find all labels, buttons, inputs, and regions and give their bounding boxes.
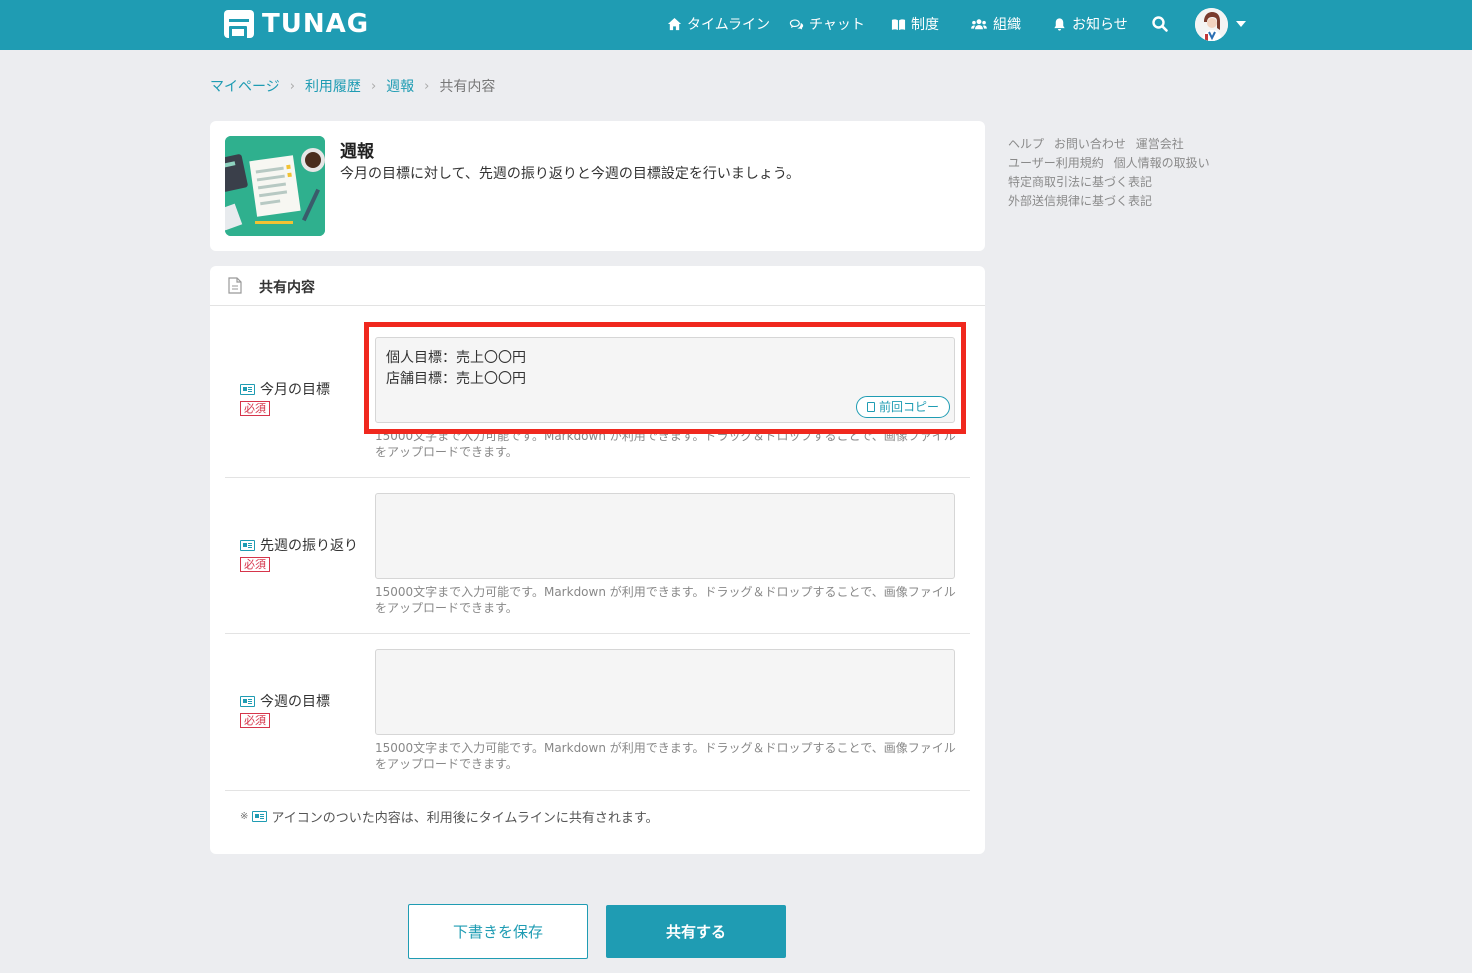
field-hint-line: をアップロードできます。 <box>375 601 518 615</box>
nav-chat-label: チャット <box>809 17 865 33</box>
breadcrumb-weekly[interactable]: 週報 <box>386 76 414 96</box>
share-button[interactable]: 共有する <box>606 905 786 958</box>
monthly-goal-textarea[interactable]: 個人目標：売上〇〇円 店舗目標：売上〇〇円 前回コピー <box>375 337 955 423</box>
nav-timeline[interactable]: タイムライン <box>667 14 770 34</box>
field-hint: 15000文字まで入力可能です。Markdown が利用できます。ドラッグ＆ドロ… <box>375 428 965 460</box>
template-title: 週報 <box>340 142 374 162</box>
field-label-this-week-goal: 今週の目標 <box>240 691 330 711</box>
share-content-form: 共有内容 今月の目標 必須 個人目標：売上〇〇円 店舗目標：売上〇〇円 前回コピ… <box>210 266 985 854</box>
field-label-monthly-goal: 今月の目標 <box>240 379 330 399</box>
nav-system-label: 制度 <box>911 17 939 33</box>
field-label-last-week-review: 先週の振り返り <box>240 535 358 555</box>
link-terms[interactable]: ユーザー利用規約 <box>1008 156 1104 170</box>
row-divider <box>225 477 970 478</box>
required-badge: 必須 <box>240 713 270 728</box>
logo-mark-icon <box>224 10 254 39</box>
this-week-goal-textarea[interactable] <box>375 649 955 735</box>
breadcrumb-mypage[interactable]: マイページ <box>210 76 280 96</box>
nav-org[interactable]: 組織 <box>970 14 1021 34</box>
nav-notice[interactable]: お知らせ <box>1052 14 1128 34</box>
field-label-text: 先週の振り返り <box>260 538 358 554</box>
template-thumbnail-image <box>225 136 325 236</box>
field-hint-line: 15000文字まで入力可能です。Markdown が利用できます。ドラッグ＆ドロ… <box>375 741 956 755</box>
footnote-text: アイコンのついた内容は、利用後にタイムラインに共有されます。 <box>271 811 659 826</box>
users-icon <box>971 18 987 29</box>
chat-icon <box>789 19 804 29</box>
share-to-timeline-icon <box>240 539 255 551</box>
user-avatar[interactable] <box>1195 8 1228 41</box>
breadcrumb-history[interactable]: 利用履歴 <box>305 76 361 96</box>
account-menu-caret-icon[interactable] <box>1236 21 1246 27</box>
nav-notice-label: お知らせ <box>1072 17 1128 33</box>
field-hint-line: をアップロードできます。 <box>375 757 518 771</box>
home-icon <box>667 17 682 30</box>
nav-org-label: 組織 <box>993 17 1021 33</box>
copy-previous-button[interactable]: 前回コピー <box>855 396 950 418</box>
template-title-card: 週報 今月の目標に対して、先週の振り返りと今週の目標設定を行いましょう。 <box>210 121 985 251</box>
breadcrumb: マイページ › 利用履歴 › 週報 › 共有内容 <box>210 76 495 96</box>
book-icon <box>891 18 906 30</box>
last-week-review-textarea[interactable] <box>375 493 955 579</box>
required-badge: 必須 <box>240 557 270 572</box>
document-icon <box>228 277 242 294</box>
breadcrumb-separator-icon: › <box>424 78 430 94</box>
link-privacy[interactable]: 個人情報の取扱い <box>1114 156 1210 170</box>
link-contact[interactable]: お問い合わせ <box>1054 137 1126 151</box>
form-header: 共有内容 <box>210 266 985 306</box>
field-hint-line: 15000文字まで入力可能です。Markdown が利用できます。ドラッグ＆ドロ… <box>375 429 956 443</box>
link-help[interactable]: ヘルプ <box>1008 137 1044 151</box>
nav-timeline-label: タイムライン <box>687 17 771 33</box>
footnote-mark: ※ <box>240 811 249 822</box>
copy-previous-label: 前回コピー <box>878 399 939 414</box>
save-draft-button[interactable]: 下書きを保存 <box>408 904 588 959</box>
share-to-timeline-icon <box>252 811 268 822</box>
link-external[interactable]: 外部送信規律に基づく表記 <box>1008 194 1152 208</box>
template-description: 今月の目標に対して、先週の振り返りと今週の目標設定を行いましょう。 <box>340 166 801 182</box>
search-icon[interactable] <box>1151 15 1169 33</box>
field-hint-line: をアップロードできます。 <box>375 445 518 459</box>
link-company[interactable]: 運営会社 <box>1136 137 1184 151</box>
avatar-image <box>1195 8 1228 41</box>
field-label-text: 今月の目標 <box>260 382 330 398</box>
bell-icon <box>1054 17 1065 31</box>
clipboard-icon <box>866 402 875 412</box>
breadcrumb-current: 共有内容 <box>439 79 496 95</box>
top-navigation-bar: TUNAG タイムライン チャット 制度 組織 お知らせ <box>0 0 1472 50</box>
nav-system[interactable]: 制度 <box>891 14 939 34</box>
tunag-logo[interactable]: TUNAG <box>224 9 369 39</box>
logo-text: TUNAG <box>262 9 370 39</box>
required-badge: 必須 <box>240 401 270 416</box>
field-hint-line: 15000文字まで入力可能です。Markdown が利用できます。ドラッグ＆ドロ… <box>375 585 956 599</box>
form-section-title: 共有内容 <box>259 280 315 296</box>
field-hint: 15000文字まで入力可能です。Markdown が利用できます。ドラッグ＆ドロ… <box>375 584 965 616</box>
field-label-text: 今週の目標 <box>260 694 330 710</box>
link-commerce[interactable]: 特定商取引法に基づく表記 <box>1008 175 1152 189</box>
field-hint: 15000文字まで入力可能です。Markdown が利用できます。ドラッグ＆ドロ… <box>375 740 965 772</box>
share-to-timeline-icon <box>240 383 255 395</box>
textarea-line: 個人目標：売上〇〇円 <box>386 350 526 366</box>
row-divider <box>225 633 970 634</box>
row-divider <box>225 790 970 791</box>
footer-links: ヘルプ お問い合わせ 運営会社 ユーザー利用規約 個人情報の取扱い 特定商取引法… <box>1008 135 1228 211</box>
share-to-timeline-icon <box>240 695 255 707</box>
textarea-line: 店舗目標：売上〇〇円 <box>386 371 526 387</box>
breadcrumb-separator-icon: › <box>370 78 377 94</box>
share-footnote: ※ アイコンのついた内容は、利用後にタイムラインに共有されます。 <box>240 807 659 826</box>
breadcrumb-separator-icon: › <box>289 78 295 94</box>
nav-chat[interactable]: チャット <box>789 14 865 34</box>
